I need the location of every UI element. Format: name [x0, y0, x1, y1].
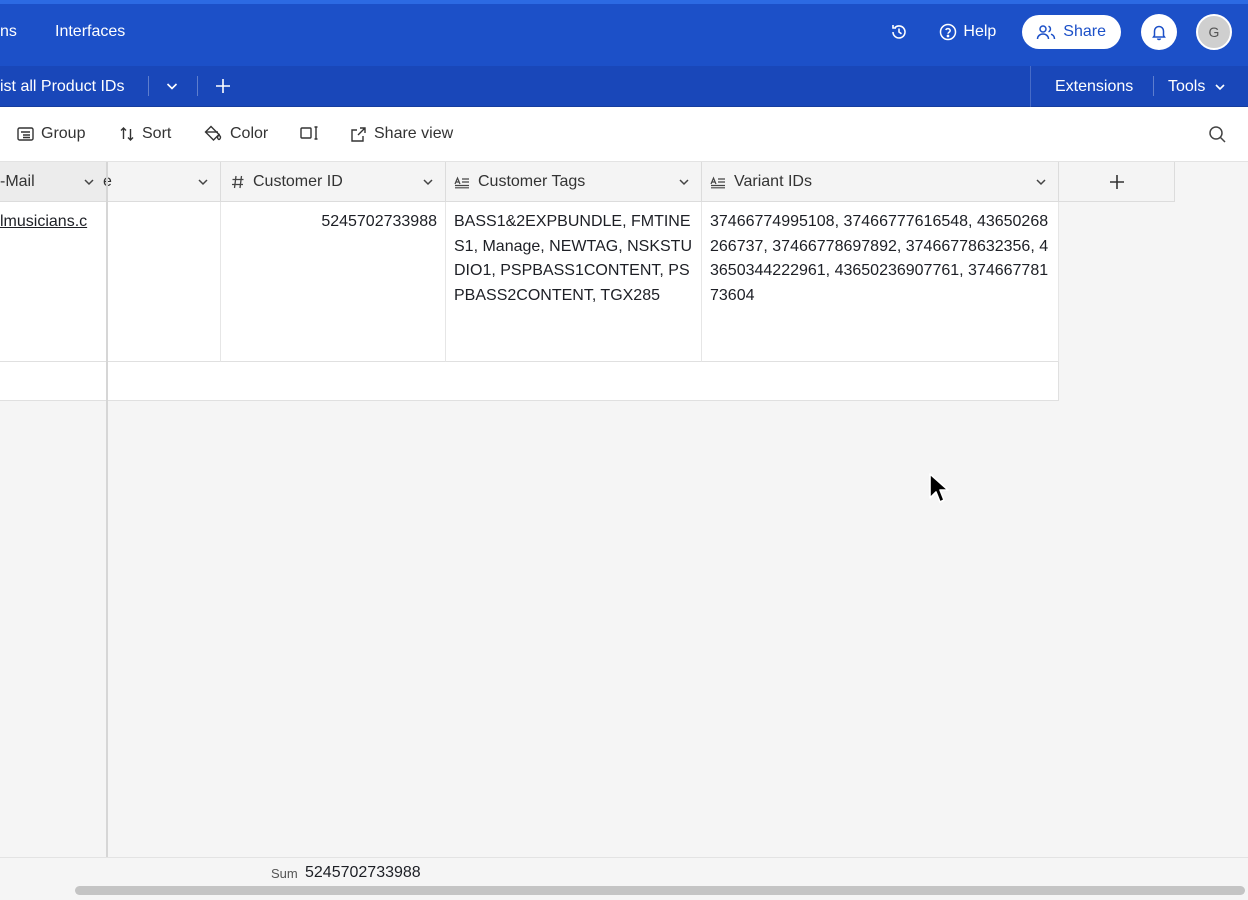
plus-icon[interactable]: [213, 76, 233, 96]
cell-customer-id[interactable]: 5245702733988: [221, 202, 446, 362]
cell-variant-ids[interactable]: 37466774995108, 37466777616548, 43650268…: [702, 202, 1059, 362]
view-tab-name[interactable]: ist all Product IDs: [0, 78, 124, 96]
cell-value: BASS1&2EXPBUNDLE, FMTINES1, Manage, NEWT…: [454, 213, 692, 304]
long-text-icon: [710, 175, 725, 188]
share-view-label: Share view: [374, 125, 454, 142]
share-button[interactable]: Share: [1022, 15, 1121, 49]
sum-label[interactable]: Sum: [271, 866, 298, 881]
group-icon: [17, 127, 34, 141]
column-header-label: Customer ID: [253, 172, 343, 190]
user-avatar[interactable]: G: [1196, 14, 1232, 50]
chevron-down-icon[interactable]: [164, 78, 180, 94]
chevron-down-icon[interactable]: [1034, 175, 1048, 189]
top-nav-highlight: [0, 0, 1248, 4]
history-icon: [892, 25, 907, 39]
chevron-down-icon: [1215, 84, 1225, 91]
email-link[interactable]: lmusicians.c: [0, 213, 87, 230]
help-icon: [940, 23, 957, 41]
chevron-down-icon[interactable]: [82, 175, 96, 189]
bell-icon: [1152, 25, 1166, 41]
column-header-variant-ids[interactable]: Variant IDs: [702, 162, 1059, 202]
nav-item-partial[interactable]: ns: [0, 23, 17, 41]
column-header-label: Variant IDs: [734, 172, 812, 190]
view-toolbar: Group Sort Color Share view: [0, 107, 1248, 162]
color-label: Color: [230, 125, 269, 142]
column-header-customer-id[interactable]: Customer ID: [221, 162, 446, 202]
extensions-button[interactable]: Extensions: [1055, 78, 1133, 96]
help-label: Help: [963, 23, 997, 40]
tab-divider: [148, 76, 149, 96]
group-label: Group: [41, 125, 86, 142]
cell-value: 5245702733988: [321, 213, 437, 230]
tab-divider: [197, 76, 198, 96]
view-tab-bar: ist all Product IDs Extensions Tools: [0, 66, 1248, 107]
long-text-icon: [454, 175, 469, 188]
color-button[interactable]: Color: [204, 125, 268, 143]
group-button[interactable]: Group: [17, 125, 85, 143]
horizontal-scrollbar[interactable]: [75, 886, 1245, 895]
search-icon[interactable]: [1208, 125, 1227, 144]
avatar-initial: G: [1208, 24, 1220, 40]
color-icon: [204, 125, 222, 141]
column-header-email[interactable]: -Mail: [0, 162, 107, 202]
cell-customer-tags[interactable]: BASS1&2EXPBUNDLE, FMTINES1, Manage, NEWT…: [446, 202, 702, 362]
summary-bar: Sum 5245702733988: [0, 857, 1248, 887]
cursor-icon: [929, 473, 949, 503]
tools-label: Tools: [1168, 78, 1206, 95]
share-icon: [1037, 25, 1056, 40]
history-button[interactable]: [887, 20, 911, 44]
notifications-button[interactable]: [1141, 14, 1177, 50]
cell-value: 37466774995108, 37466777616548, 43650268…: [710, 213, 1049, 304]
add-field-button[interactable]: [1059, 162, 1175, 202]
top-nav: ns Interfaces Help Share G: [0, 0, 1248, 66]
top-right-actions: Help Share G: [887, 14, 1232, 50]
cell-email[interactable]: lmusicians.c: [0, 202, 107, 362]
tools-divider: [1153, 76, 1154, 96]
nav-item-interfaces[interactable]: Interfaces: [55, 23, 125, 41]
sort-button[interactable]: Sort: [119, 125, 171, 143]
chevron-down-icon[interactable]: [677, 175, 691, 189]
share-label: Share: [1063, 23, 1106, 40]
sort-label: Sort: [142, 125, 172, 142]
tools-button[interactable]: Tools: [1168, 78, 1227, 96]
chevron-down-icon[interactable]: [196, 175, 210, 189]
help-button[interactable]: Help: [939, 23, 996, 41]
share-view-button[interactable]: Share view: [350, 125, 453, 143]
sort-icon: [120, 127, 134, 141]
column-header-customer-tags[interactable]: Customer Tags: [446, 162, 702, 202]
row-height-button[interactable]: [300, 125, 326, 141]
share-view-icon: [351, 126, 366, 142]
add-record-row[interactable]: [0, 362, 1059, 401]
column-header-label: -Mail: [0, 172, 35, 190]
column-header-partial[interactable]: e: [103, 162, 221, 202]
frozen-column-divider[interactable]: [106, 162, 108, 857]
extensions-divider: [1030, 66, 1031, 107]
plus-icon: [1109, 174, 1124, 189]
cell-partial[interactable]: [107, 202, 221, 362]
column-header-label: Customer Tags: [478, 172, 586, 190]
hash-icon: [232, 175, 244, 188]
sum-value: 5245702733988: [305, 864, 421, 881]
row-height-icon: [300, 126, 318, 140]
chevron-down-icon[interactable]: [421, 175, 435, 189]
